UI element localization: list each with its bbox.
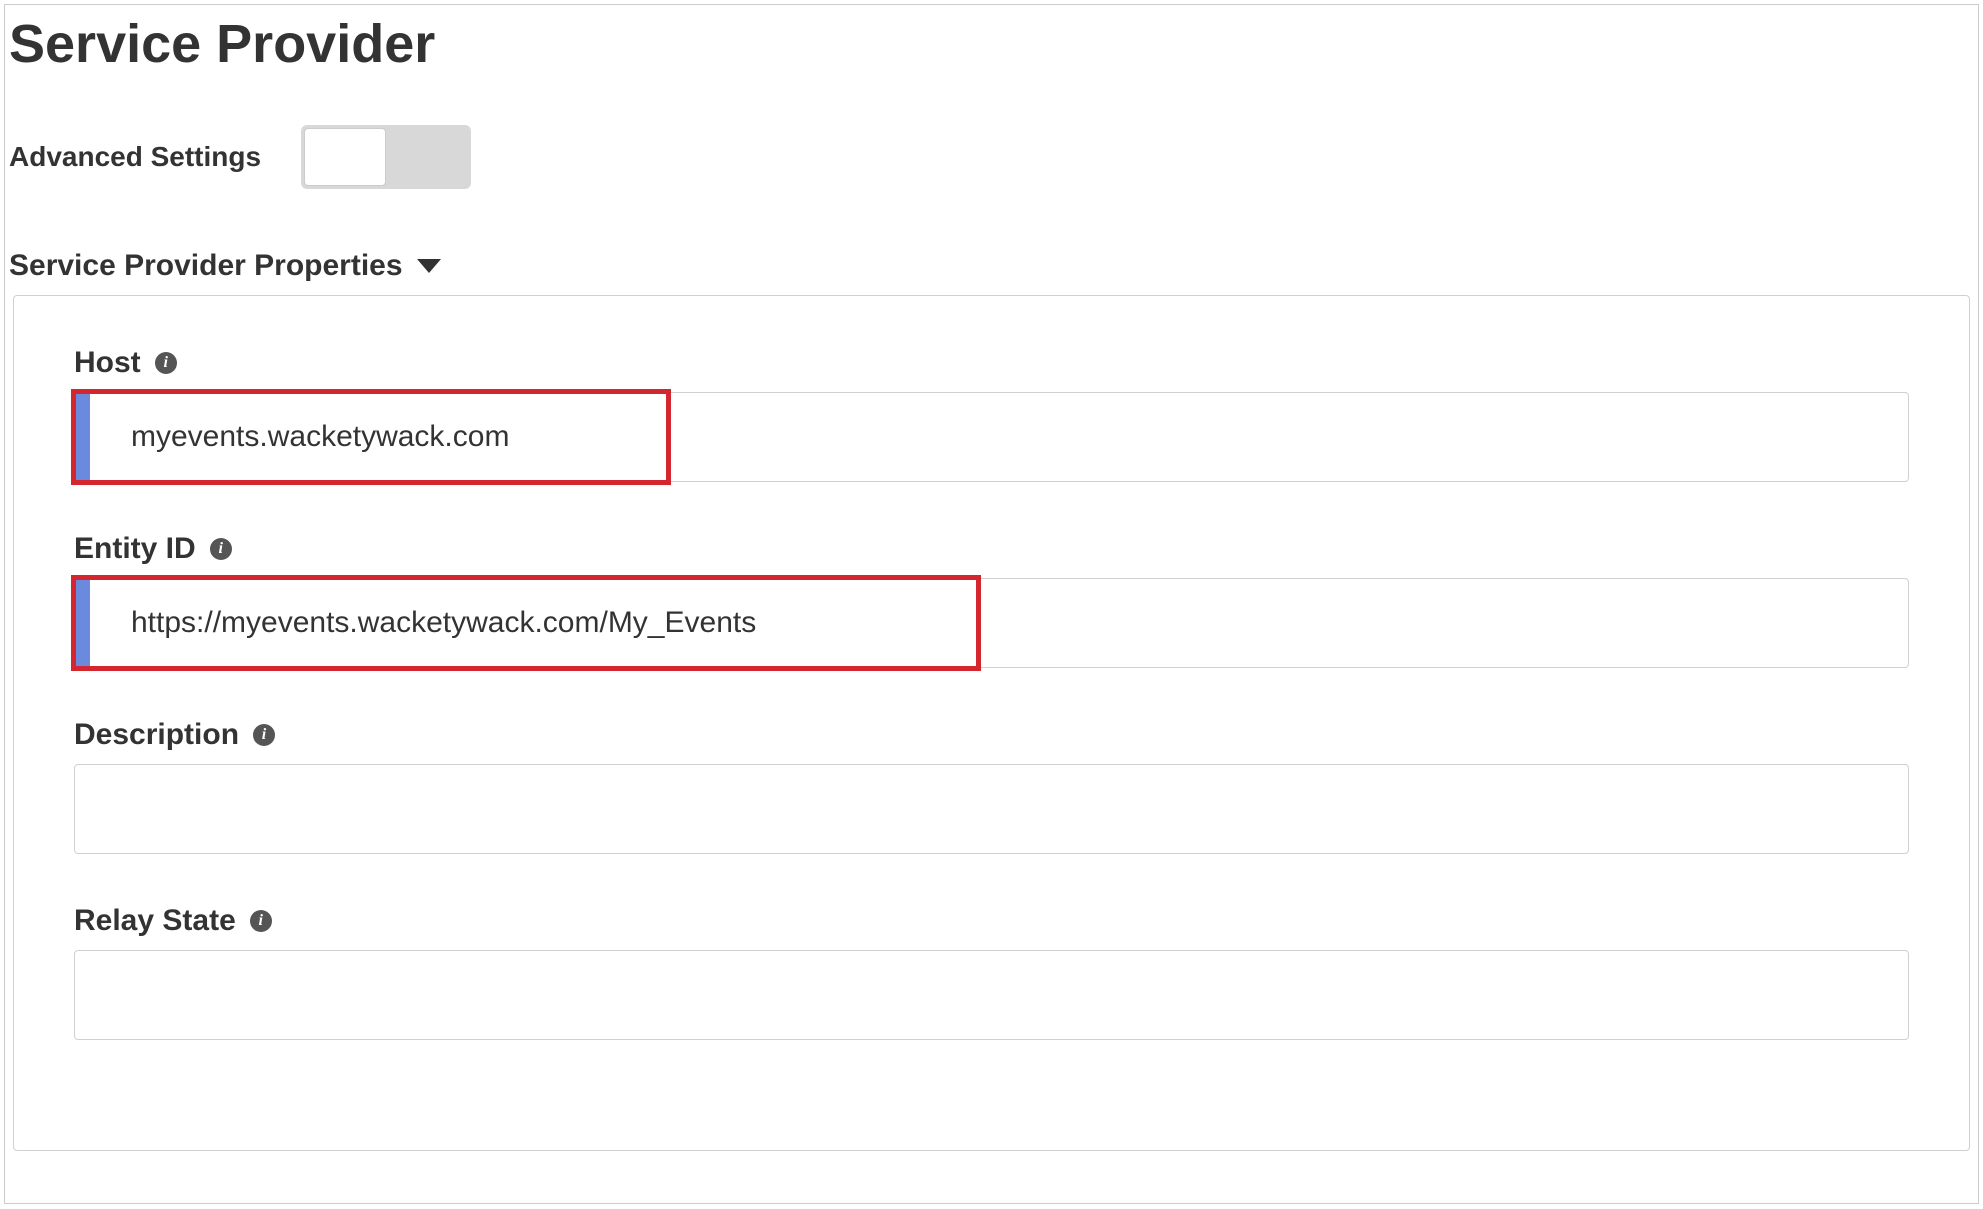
advanced-settings-toggle[interactable] <box>301 125 471 189</box>
relay-state-input-wrap <box>74 950 1909 1040</box>
host-field-group: Host i <box>74 346 1909 482</box>
relay-state-label-row: Relay State i <box>74 904 1909 938</box>
relay-state-input[interactable] <box>74 950 1909 1040</box>
info-icon[interactable]: i <box>155 352 177 374</box>
description-input[interactable] <box>74 764 1909 854</box>
entity-id-input-wrap <box>74 578 1909 668</box>
required-indicator-bar <box>76 394 90 480</box>
info-icon[interactable]: i <box>250 910 272 932</box>
required-indicator-bar <box>76 580 90 666</box>
entity-id-label: Entity ID <box>74 532 196 566</box>
host-input[interactable] <box>74 392 1909 482</box>
service-provider-properties-header[interactable]: Service Provider Properties <box>5 229 1978 295</box>
section-title: Service Provider Properties <box>9 249 403 283</box>
description-label: Description <box>74 718 239 752</box>
info-icon[interactable]: i <box>210 538 232 560</box>
advanced-settings-label: Advanced Settings <box>9 141 261 173</box>
description-field-group: Description i <box>74 718 1909 854</box>
description-input-wrap <box>74 764 1909 854</box>
toggle-knob <box>304 128 386 186</box>
entity-id-input[interactable] <box>74 578 1909 668</box>
info-icon[interactable]: i <box>253 724 275 746</box>
host-label: Host <box>74 346 141 380</box>
advanced-settings-row: Advanced Settings <box>5 105 1978 229</box>
host-label-row: Host i <box>74 346 1909 380</box>
relay-state-field-group: Relay State i <box>74 904 1909 1040</box>
entity-id-field-group: Entity ID i <box>74 532 1909 668</box>
description-label-row: Description i <box>74 718 1909 752</box>
service-provider-panel: Service Provider Advanced Settings Servi… <box>4 4 1979 1204</box>
entity-id-label-row: Entity ID i <box>74 532 1909 566</box>
relay-state-label: Relay State <box>74 904 236 938</box>
host-input-wrap <box>74 392 1909 482</box>
caret-down-icon <box>417 259 441 273</box>
properties-panel: Host i Entity ID i Description <box>13 295 1970 1151</box>
page-title: Service Provider <box>5 5 1978 105</box>
